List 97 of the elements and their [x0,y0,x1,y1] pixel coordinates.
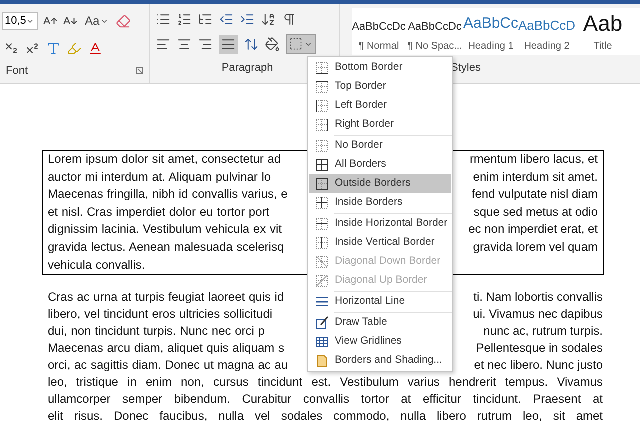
menu-item[interactable]: View Gridlines [309,332,451,351]
no-border-icon [315,138,329,152]
text-line: et nisl. Cras imperdiet dolor eu tortor port [48,204,270,221]
sort-icon[interactable] [261,12,276,28]
style-gallery-item[interactable]: AaBbCcDc ¶ Normal [352,8,406,55]
horizontal-line-icon [315,294,329,308]
text-line: dui, non tincidunt turpis. Nunc nec orci p [48,323,265,340]
diagonal-up-border-icon [315,274,329,288]
text-line: libero, vel tincidunt eros ultricies sollicitudi [48,306,273,324]
pilcrow-icon[interactable] [282,12,297,28]
style-name: ¶ No Spac... [408,40,462,54]
menu-item[interactable]: All Borders [309,155,451,174]
style-name: ¶ Normal [358,40,400,54]
superscript-icon[interactable] [25,40,40,56]
text-line: et nec libero. Nunc justo [474,357,603,374]
text-line: gravida lectus. Aenean malesuada scelerisq [48,238,284,256]
bullets-icon[interactable] [156,12,171,28]
text-line: rmentum libero lacus, et [470,151,598,168]
text-line: vehicula convallis. [48,256,146,274]
font-size-field[interactable]: 10,5 [2,12,38,30]
text-line: enim interdum sit amet. [473,168,598,186]
pencil-table-icon [315,316,329,330]
text-line: Pellentesque in sodales [476,340,603,358]
menu-item[interactable]: Inside Horizontal Border [309,214,451,233]
inside-vertical-border-icon [315,236,329,250]
menu-item[interactable]: Horizontal Line [309,292,451,311]
subscript-icon[interactable] [4,40,19,56]
left-border-icon [315,98,329,112]
style-gallery-item[interactable]: AaBbCcDc ¶ No Spac... [408,8,462,55]
menu-item[interactable]: Outside Borders [309,174,451,193]
align-center-icon[interactable] [177,36,192,52]
text-effects-icon[interactable] [46,40,61,56]
text-line: fend vulputate nisl diam [472,186,598,204]
menu-item[interactable]: Bottom Border [309,58,451,77]
text-line: auctor mi interdum at. Aliquam pulvinar lo [48,168,272,186]
inside-borders-icon [315,196,329,210]
style-preview: AaBbCc [463,14,519,34]
style-preview: Aab [583,10,623,35]
decrease-indent-icon[interactable] [219,12,234,28]
text-line: orci, ac sagittis diam. Donec ut magna ac au [48,357,288,374]
text-line: ui. Vivamus nec dapibus [473,306,603,324]
style-preview: AaBbCcDc [408,20,462,34]
numbering-icon[interactable] [177,12,192,28]
text-line: leo, tristique in enim non, cursus tincidunt est. Vestibulum varius hendrerit tempus. Vivamus [48,374,603,392]
text-line: elit risus. Donec faucibus, nulla vel sodales commodo, nulla libero rutrum leo, sit amet [48,408,603,426]
increase-indent-icon[interactable] [240,12,255,28]
inside-horizontal-border-icon [315,216,329,230]
all-borders-icon [315,158,329,172]
style-preview: AaBbCcD [518,16,576,34]
menu-item[interactable]: Right Border [309,115,451,134]
text-line: Maecenas arcu diam, aliquet quis aliquam s [48,340,284,358]
border-icon [289,37,303,52]
align-right-icon[interactable] [198,36,213,52]
style-gallery-item[interactable]: Aab Title [576,8,630,55]
outside-borders-icon [315,176,329,190]
style-name: Heading 2 [524,40,570,54]
borders-button[interactable] [286,34,316,54]
menu-item[interactable]: Left Border [309,96,451,115]
style-name: Title [594,40,612,54]
eraser-icon[interactable] [116,14,131,28]
group-label: Font [6,64,28,78]
style-name: Heading 1 [468,40,514,54]
group-label: Paragraph [222,62,274,74]
text-line: gravida lorem vel quam [473,238,598,256]
menu-item[interactable]: Inside Vertical Border [309,233,451,252]
text-line: dignissim lacinia. Vestibulum vehicula ex vit [48,221,282,238]
align-left-icon[interactable] [156,36,171,52]
text-line: Maecenas fringilla, nibh id convallis varius, e [48,186,288,204]
menu-item[interactable]: Top Border [309,77,451,96]
top-border-icon [315,80,329,94]
justify-icon [221,36,236,52]
multilevel-list-icon[interactable] [198,12,213,28]
font-color-icon[interactable] [88,40,103,56]
shading-icon[interactable] [265,36,280,52]
page-icon [315,354,329,368]
menu-item[interactable]: Draw Table [309,313,451,332]
text-line: Cras ac urna at turpis feugiat laoreet quis id [48,289,284,306]
menu-item[interactable]: No Border [309,136,451,155]
line-spacing-icon[interactable] [244,36,259,52]
diagonal-down-border-icon [315,254,329,268]
style-preview: AaBbCcDc [352,20,406,34]
menu-item[interactable]: Inside Borders [309,193,451,212]
text-line: ullamcorper semper bibendum. Curabitur convallis tortor at efficitur tincidunt. Praesent at [48,391,603,408]
style-gallery-item[interactable]: AaBbCc Heading 1 [464,8,518,55]
right-border-icon [315,118,329,132]
justify-button[interactable] [219,34,238,54]
text-line: ti. Nam lobortis convallis [474,289,603,306]
text-line: ec non imperdiet erat, et [468,221,598,238]
menu-item[interactable]: Borders and Shading... [309,351,451,370]
dialog-launcher-icon[interactable] [136,67,143,74]
table-grid-icon [315,334,329,348]
text-line: Lorem ipsum dolor sit amet, consectetur ad [48,151,282,168]
text-line: nunc ac, rutrum turpis. [484,323,603,340]
text-line: sque sed metus at odio [474,204,598,221]
style-gallery-item[interactable]: AaBbCcD Heading 2 [520,8,574,55]
bottom-border-icon [315,60,329,74]
change-case-button[interactable]: Aa [83,12,111,30]
